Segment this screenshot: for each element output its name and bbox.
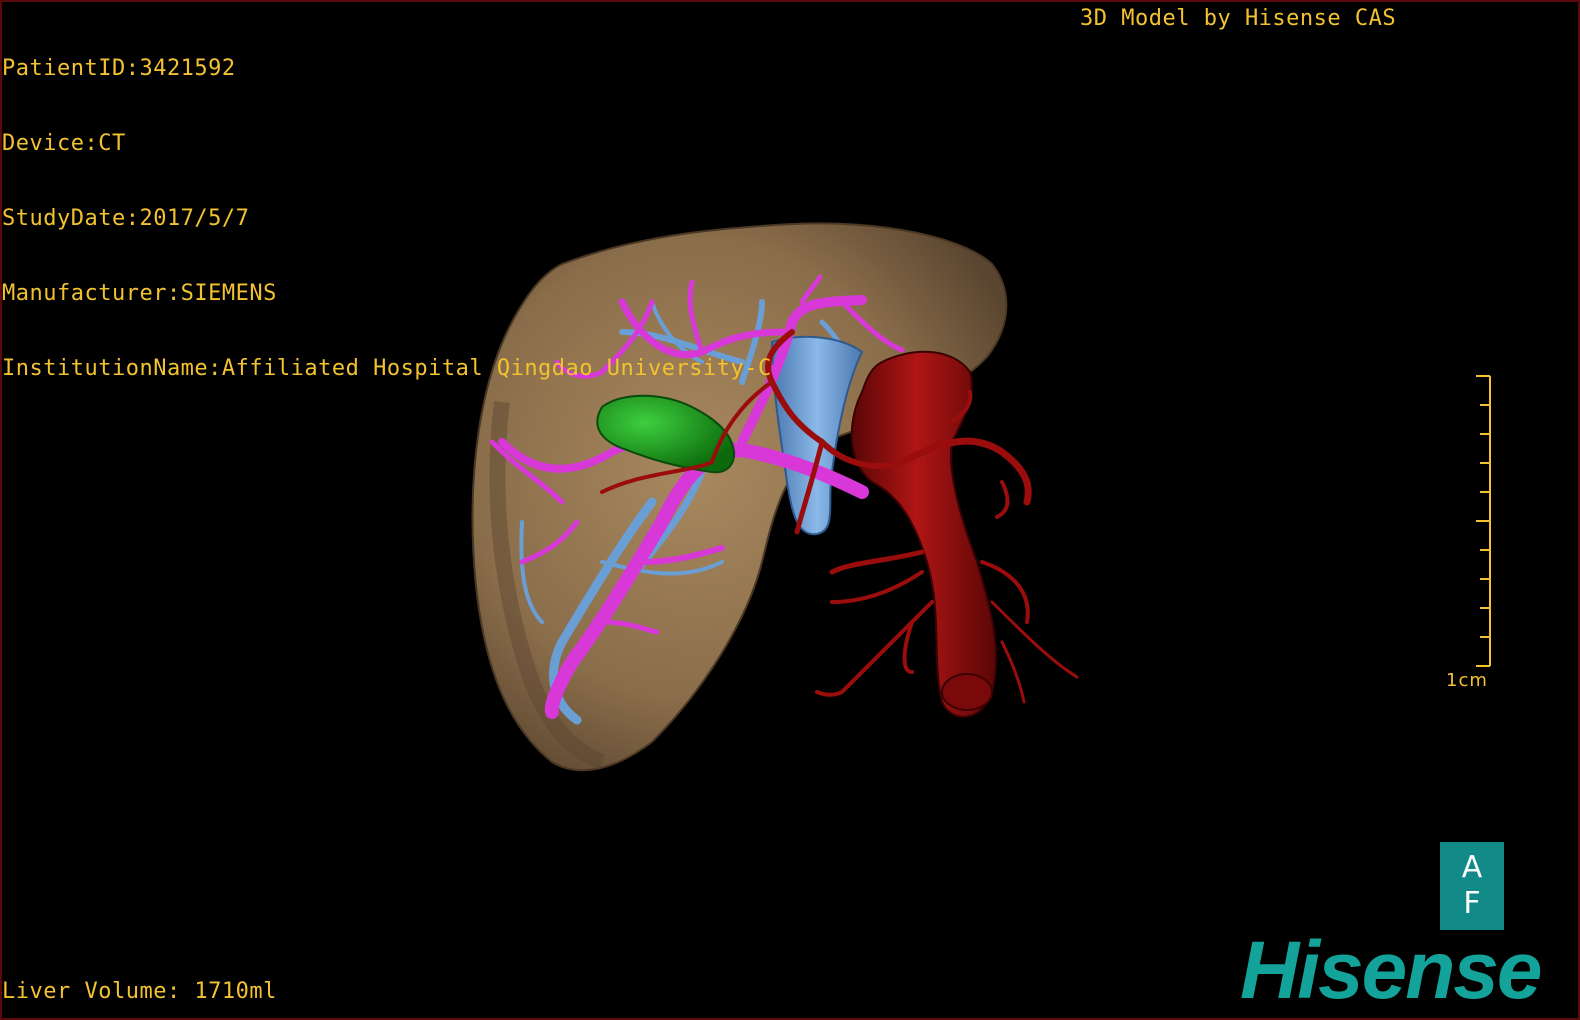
3d-viewport[interactable]: PatientID:3421592 Device:CT StudyDate:20… — [0, 0, 1580, 1020]
patient-info-panel: PatientID:3421592 Device:CT StudyDate:20… — [2, 6, 772, 431]
institution-name: InstitutionName:Affiliated Hospital Qing… — [2, 356, 772, 381]
patient-id: PatientID:3421592 — [2, 56, 236, 81]
orientation-anterior-label: A — [1461, 850, 1483, 885]
orientation-cube[interactable]: A F — [1440, 842, 1504, 930]
liver-volume: Liver Volume: 1710ml — [2, 979, 277, 1004]
scale-bar-ticks — [1476, 375, 1491, 667]
manufacturer: Manufacturer:SIEMENS — [2, 281, 277, 306]
orientation-bottom-label: F — [1463, 886, 1481, 921]
device: Device:CT — [2, 131, 126, 156]
scale-bar — [1476, 375, 1491, 667]
study-date: StudyDate:2017/5/7 — [2, 206, 250, 231]
model-credit: 3D Model by Hisense CAS — [1080, 6, 1397, 31]
aorta-cut-end — [941, 673, 993, 711]
scale-bar-label: 1cm — [1446, 670, 1488, 691]
hisense-logo: Hisense — [1240, 925, 1543, 1016]
